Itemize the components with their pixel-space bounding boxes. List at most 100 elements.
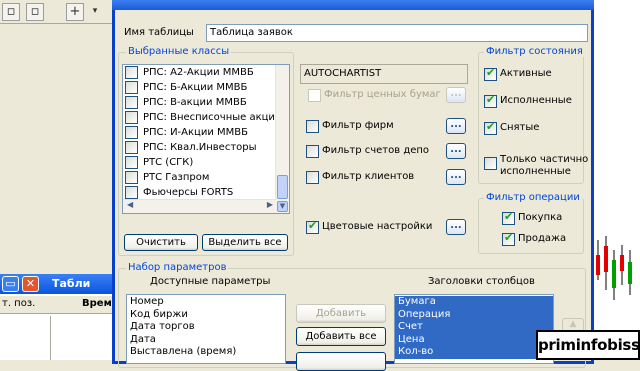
column-header-item[interactable]: Цена [395,333,553,346]
available-param-item[interactable]: Выставлена (время) [127,346,285,359]
select-all-button[interactable]: Выделить все [202,234,288,251]
toolbar-button[interactable]: ▫ [26,3,44,21]
add-button: Добавить [296,304,386,323]
class-checkbox[interactable] [125,96,138,109]
table-name-input[interactable]: Таблица заявок [206,24,588,42]
class-checkbox[interactable] [125,111,138,124]
securities-filter-checkbox [308,89,321,102]
class-list-item[interactable]: РТС Газпром [123,170,289,185]
class-list-item[interactable]: РТС (СГК) [123,155,289,170]
state-filter-group-label: Фильтр состояния [484,46,585,57]
class-checkbox[interactable] [125,171,138,184]
available-params-label: Доступные параметры [150,276,271,287]
color-settings-checkbox[interactable] [306,219,319,234]
class-label: Фьючерсы FORTS [143,187,234,198]
classes-group-label: Выбранные классы [126,46,232,57]
scroll-left-icon[interactable]: ◀ [127,200,133,209]
toolbar-button[interactable]: ▫ [2,3,20,21]
client-filter-label: Фильтр клиентов [322,171,415,182]
plus-icon[interactable]: + [66,3,84,21]
scrollbar-thumb[interactable] [277,175,288,199]
operation-filter-group-label: Фильтр операции [484,192,582,203]
operation-label: Покупка [518,212,563,223]
operation-label: Продажа [518,233,567,244]
class-list-item[interactable]: РПС: И-Акции ММВБ [123,125,289,140]
partial-label-line1: Только частично [500,154,589,165]
class-checkbox[interactable] [125,126,138,139]
window-title: Табли [52,277,91,290]
column-headers-list[interactable]: Бумага Операция Счет Цена Кол-во [394,294,554,364]
class-label: РПС: В-акции ММВБ [143,97,247,108]
operation-checkbox[interactable] [502,210,515,225]
class-list-item[interactable]: РПС: А2-Акции ММВБ [123,65,289,80]
classes-list[interactable]: РПС: А2-Акции ММВБ РПС: Б-Акции ММВБ РПС: … [122,64,290,214]
horizontal-scrollbar[interactable]: ◀ ▶ [123,199,277,213]
dialog-titlebar [112,0,594,10]
available-params-list[interactable]: Номер Код биржи Дата торгов Дата Выставлена … [126,294,286,364]
column-header-item[interactable]: Бумага [395,296,553,309]
column-header: т. поз. [2,298,36,309]
available-param-item[interactable]: Дата [127,334,285,347]
securities-filter-dots-button: ... [446,87,466,103]
available-param-item[interactable]: Номер [127,296,285,309]
watermark-logo: priminfobiss [536,330,640,360]
clear-button[interactable]: Очистить [124,234,198,251]
class-checkbox[interactable] [125,186,138,199]
close-icon[interactable]: ✕ [22,276,39,292]
available-param-item[interactable]: Дата торгов [127,321,285,334]
firm-filter-checkbox[interactable] [306,120,319,133]
chevron-down-icon[interactable]: ▾ [86,3,104,21]
class-label: РПС: И-Акции ММВБ [143,127,249,138]
column-header: Врем [82,298,112,309]
class-checkbox[interactable] [125,66,138,79]
class-label: РПС: Б-Акции ММВБ [143,82,248,93]
params-group-label: Набор параметров [126,262,229,273]
class-checkbox[interactable] [125,156,138,169]
state-checkbox[interactable] [484,93,497,108]
color-settings-label: Цветовые настройки [322,221,433,232]
class-label: РПС: А2-Акции ММВБ [143,67,254,78]
client-filter-checkbox[interactable] [306,171,319,184]
class-checkbox[interactable] [125,81,138,94]
autochartist-field[interactable]: AUTOCHARTIST [300,64,468,84]
depo-filter-label: Фильтр счетов депо [322,145,430,156]
class-list-item[interactable]: РПС: В-акции ММВБ [123,95,289,110]
add-all-button[interactable]: Добавить все [296,327,386,346]
operation-checkbox[interactable] [502,231,515,246]
client-filter-dots-button[interactable]: ... [446,169,466,185]
class-label: РПС: Внесписочные акции I [143,112,288,123]
operation-filter-group [478,198,584,254]
column-header-item[interactable]: Операция [395,308,553,321]
firm-filter-label: Фильтр фирм [322,120,394,131]
state-label: Снятые [500,122,540,133]
background-chart [592,0,640,360]
state-label: Активные [500,68,552,79]
partial-label-line2: исполненные [500,166,571,177]
background-toolbar: ▫ ▫ + ▾ [0,0,120,24]
class-list-item[interactable]: Фьючерсы FORTS [123,185,289,200]
restore-icon[interactable]: ▭ [2,276,19,292]
depo-filter-dots-button[interactable]: ... [446,143,466,159]
column-header-item[interactable]: Кол-во [395,346,553,359]
scroll-down-icon[interactable]: ▼ [277,201,288,212]
class-list-item[interactable]: РПС: Внесписочные акции I [123,110,289,125]
class-label: РТС (СГК) [143,157,194,168]
securities-filter-label: Фильтр ценных бумаг [324,89,441,100]
column-header-item[interactable]: Счет [395,321,553,334]
available-param-item[interactable]: Код биржи [127,309,285,322]
partial-checkbox[interactable] [484,157,497,170]
class-list-item[interactable]: РПС: Б-Акции ММВБ [123,80,289,95]
firm-filter-dots-button[interactable]: ... [446,118,466,134]
state-checkbox[interactable] [484,66,497,81]
table-name-label: Имя таблицы [124,27,194,38]
vertical-scrollbar[interactable]: ▼ [275,65,289,213]
scroll-right-icon[interactable]: ▶ [267,200,273,209]
state-checkbox[interactable] [484,120,497,135]
depo-filter-checkbox[interactable] [306,145,319,158]
class-list-item[interactable]: РПС: Квал.Инвесторы [123,140,289,155]
background-window-titlebar: ▭ ✕ Табли [0,274,118,294]
color-settings-dots-button[interactable]: ... [446,219,466,235]
column-headers-label: Заголовки столбцов [428,276,535,287]
class-checkbox[interactable] [125,141,138,154]
remove-button[interactable] [296,352,386,371]
